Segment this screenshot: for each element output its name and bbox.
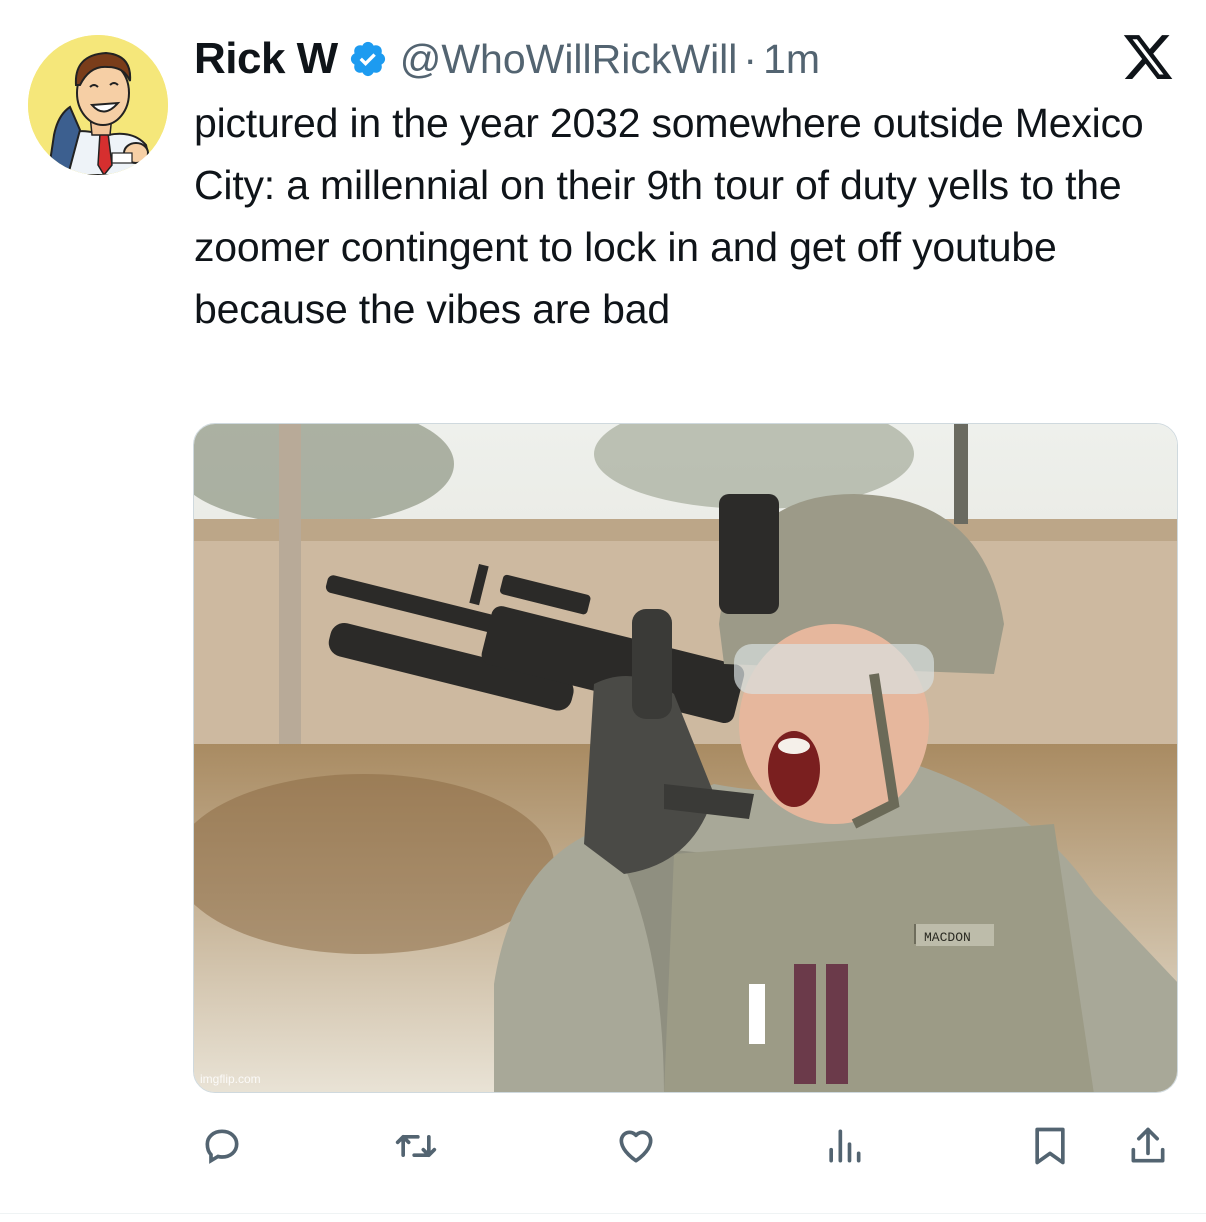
tweet-header: Rick W @WhoWillRickWill · 1m <box>194 30 820 88</box>
share-button[interactable] <box>1122 1120 1174 1172</box>
header-separator: · <box>743 35 758 82</box>
reply-icon <box>205 1129 239 1164</box>
tweet-timestamp[interactable]: 1m <box>763 36 820 83</box>
bookmark-icon <box>1035 1127 1065 1165</box>
like-icon <box>619 1130 653 1163</box>
soldier-photo: MACDON <box>194 424 1177 1092</box>
retweet-button[interactable] <box>390 1120 442 1172</box>
x-logo-icon <box>1120 30 1176 84</box>
views-icon <box>829 1129 861 1163</box>
views-button[interactable] <box>818 1120 870 1172</box>
avatar-illustration <box>28 35 168 175</box>
tweet-media-photo[interactable]: MACDON imgflip.com <box>193 423 1178 1093</box>
share-icon <box>1131 1127 1165 1163</box>
tweet-text: pictured in the year 2032 somewhere outs… <box>194 100 1144 332</box>
name-tape-text: MACDON <box>924 930 971 945</box>
verified-badge-icon <box>348 39 388 79</box>
author-name[interactable]: Rick W <box>194 34 338 84</box>
author-handle[interactable]: @WhoWillRickWill <box>400 36 738 83</box>
reply-button[interactable] <box>196 1120 248 1172</box>
divider <box>0 1213 1206 1214</box>
media-watermark: imgflip.com <box>200 1072 261 1086</box>
retweet-icon <box>395 1135 437 1157</box>
avatar[interactable] <box>28 35 168 175</box>
tweet-actions <box>190 1120 1180 1176</box>
bookmark-button[interactable] <box>1024 1120 1076 1172</box>
like-button[interactable] <box>610 1120 662 1172</box>
